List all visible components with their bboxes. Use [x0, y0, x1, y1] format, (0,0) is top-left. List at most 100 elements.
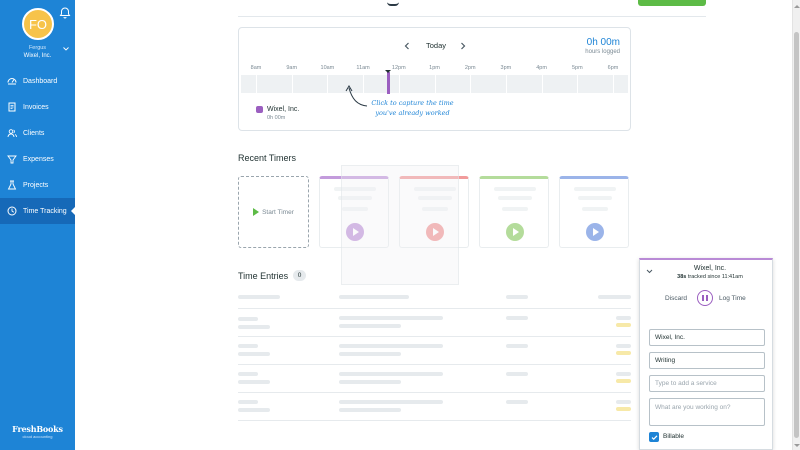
client-select[interactable]: Wixel, Inc.: [649, 329, 765, 346]
timeline-tick-label: 8am: [250, 65, 262, 71]
running-timer-panel: Wixel, Inc. 38s tracked since 11:41am Di…: [639, 258, 773, 450]
start-timer-label: Start Timer: [262, 208, 294, 216]
timeline-day-label: Today: [425, 41, 446, 50]
pause-icon-bar: [702, 295, 704, 301]
timer-client-name: Wixel, Inc.: [693, 265, 727, 272]
recent-timer-card[interactable]: [479, 176, 549, 248]
timeline-tick-label: 11am: [356, 65, 370, 71]
timeline-hint-line2: you've already worked: [375, 109, 450, 117]
time-entries-title: Time Entries: [238, 271, 289, 281]
timeline-hour-divider: [577, 75, 579, 93]
timeline-hour-divider: [505, 75, 507, 93]
clock-icon: [7, 206, 17, 216]
project-select[interactable]: Writing: [649, 352, 765, 369]
sidebar-item-clients[interactable]: Clients: [0, 120, 75, 146]
sidebar-item-label: Invoices: [23, 103, 49, 111]
pause-icon-bar: [706, 295, 708, 301]
timeline-tick-label: 12pm: [391, 65, 406, 71]
freshbooks-logo[interactable]: FreshBooks: [0, 424, 75, 434]
timeline-hour-divider: [470, 75, 472, 93]
chevron-down-icon[interactable]: [63, 46, 69, 52]
header-divider: [238, 16, 706, 17]
page-scrollbar[interactable]: [792, 0, 800, 450]
sidebar-item-expenses[interactable]: Expenses: [0, 146, 75, 172]
new-entry-button[interactable]: [638, 0, 706, 6]
sidebar-nav: Dashboard Invoices Clients Expenses Proj…: [0, 68, 75, 224]
timeline-hour-divider: [256, 75, 257, 93]
discard-button[interactable]: Discard: [665, 295, 687, 302]
timeline-client-name: Wixel, Inc.: [267, 106, 300, 113]
sidebar-item-label: Dashboard: [23, 77, 58, 85]
billable-checkbox[interactable]: [649, 432, 659, 442]
sidebar-item-label: Projects: [23, 181, 49, 189]
timeline-hour-divider: [648, 75, 650, 93]
timeline-hint-line1: Click to capture the time: [371, 99, 454, 107]
play-icon[interactable]: [506, 223, 524, 241]
invoice-icon: [8, 102, 16, 112]
dashboard-icon: [7, 78, 17, 85]
table-row[interactable]: [238, 337, 631, 365]
user-company[interactable]: Wixel, Inc.: [0, 53, 75, 59]
client-color-swatch: [256, 106, 263, 113]
hours-logged-value: 0h 00m: [586, 37, 620, 48]
page-title-fragment: [387, 0, 399, 6]
play-icon[interactable]: [586, 223, 604, 241]
timeline-tick-label: 6pm: [607, 65, 619, 71]
service-input[interactable]: Type to add a service: [649, 375, 765, 392]
log-time-button[interactable]: Log Time: [719, 295, 746, 302]
timeline-hint: Click to capture the time you've already…: [365, 98, 460, 118]
timeline-ticks: 8am 9am 10am 11am 12pm 1pm 2pm 3pm 4pm 5pm 6pm: [239, 65, 632, 75]
billable-label: Billable: [663, 433, 684, 440]
recent-timers-title: Recent Timers: [238, 153, 297, 163]
timeline-tick-label: 3pm: [500, 65, 512, 71]
sidebar-item-label: Clients: [23, 129, 45, 137]
timeline-card: Today 0h 00m hours logged 8am 9am 10am 11am…: [238, 27, 650, 131]
timeline-tick-label: 1pm: [429, 65, 440, 71]
avatar-initials: FO: [28, 16, 48, 32]
checkmark-icon: [651, 434, 657, 440]
notes-textarea[interactable]: What are you working on?: [649, 398, 765, 426]
sidebar-item-dashboard[interactable]: Dashboard: [0, 68, 75, 94]
scroll-thumb[interactable]: [794, 32, 799, 438]
chevron-left-icon[interactable]: [403, 42, 411, 50]
timer-since: tracked since 11:41am: [687, 274, 743, 280]
scroll-up-arrow-icon[interactable]: [794, 2, 800, 8]
timeline-tick-label: 5pm: [571, 65, 583, 71]
chevron-right-icon[interactable]: [459, 42, 467, 50]
projects-icon: [7, 180, 17, 190]
pause-button[interactable]: [697, 290, 713, 306]
freshbooks-tagline: cloud accounting: [22, 434, 53, 439]
bell-icon[interactable]: [59, 7, 71, 19]
sidebar: FO Fergus Wixel, Inc. Dashboard Invoices…: [0, 0, 75, 450]
timeline-tick-label: 10am: [320, 65, 335, 71]
time-entries-count-badge: 0: [293, 270, 306, 281]
timeline-hour-divider: [434, 75, 436, 93]
chevron-down-icon[interactable]: [646, 268, 653, 275]
timeline-track[interactable]: [241, 75, 650, 93]
play-icon: [253, 208, 260, 216]
hours-logged-label: hours logged: [585, 49, 620, 55]
timeline-hour-divider: [291, 75, 293, 93]
start-timer-button[interactable]: Start Timer: [238, 176, 309, 248]
timeline-tick-label: 4pm: [536, 65, 547, 71]
drag-ghost-overlay: [341, 165, 459, 285]
clients-icon: [7, 129, 17, 138]
timeline-hour-divider: [398, 75, 400, 93]
timeline-tick-label: 9am: [286, 65, 298, 71]
timeline-hour-divider: [541, 75, 543, 93]
table-row[interactable]: [238, 393, 631, 421]
timeline-tick-label: 2pm: [464, 65, 476, 71]
sidebar-item-time-tracking[interactable]: Time Tracking: [0, 198, 75, 224]
table-header-row: [238, 287, 631, 309]
sidebar-item-invoices[interactable]: Invoices: [0, 94, 75, 120]
timer-elapsed: 38s: [677, 274, 687, 280]
sidebar-item-label: Expenses: [23, 155, 54, 163]
sidebar-item-projects[interactable]: Projects: [0, 172, 75, 198]
expenses-icon: [7, 155, 17, 164]
timeline-hour-divider: [327, 75, 329, 93]
scroll-down-arrow-icon[interactable]: [794, 444, 800, 450]
recent-timer-card[interactable]: [559, 176, 629, 248]
table-row[interactable]: [238, 365, 631, 393]
avatar[interactable]: FO: [22, 8, 54, 40]
table-row[interactable]: [238, 309, 631, 337]
